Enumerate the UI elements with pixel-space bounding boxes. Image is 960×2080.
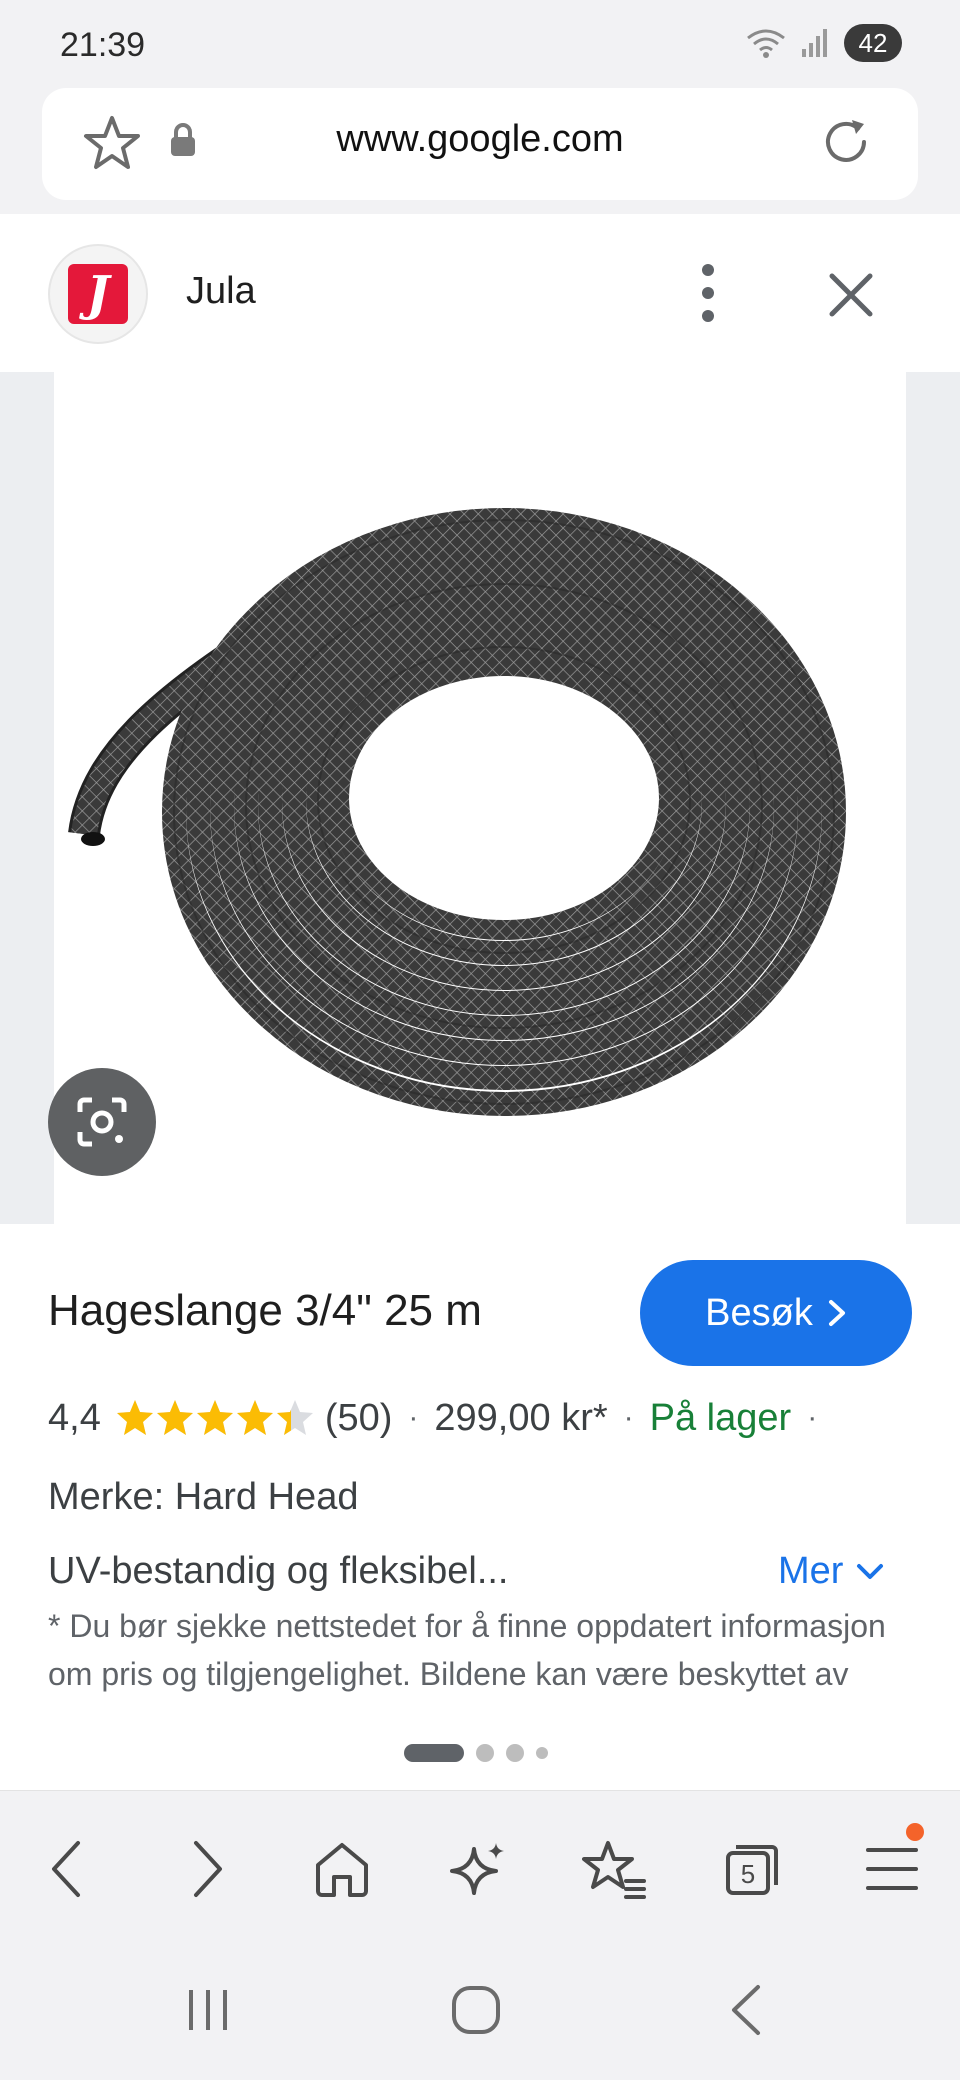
forward-button[interactable] bbox=[168, 1829, 248, 1909]
product-image-area bbox=[0, 372, 960, 1224]
product-info-row: 4,4 (50) · 299,00 kr* · På lager · bbox=[48, 1390, 833, 1446]
status-bar: 21:39 42 bbox=[0, 0, 960, 88]
back-nav-button[interactable] bbox=[706, 1980, 786, 2040]
pager-dot[interactable] bbox=[476, 1744, 494, 1762]
review-count: (50) bbox=[324, 1396, 393, 1439]
recents-icon bbox=[189, 1990, 227, 2030]
menu-icon bbox=[866, 1848, 918, 1890]
browser-toolbar: 5 bbox=[0, 1790, 960, 1940]
star-icon[interactable] bbox=[82, 114, 142, 174]
rating-star-icon bbox=[196, 1400, 233, 1435]
price: 299,00 kr* bbox=[434, 1396, 608, 1439]
visit-button[interactable]: Besøk bbox=[640, 1260, 912, 1366]
tabs-button[interactable]: 5 bbox=[712, 1829, 792, 1909]
separator: · bbox=[408, 1401, 419, 1434]
menu-button[interactable] bbox=[852, 1823, 932, 1909]
home-nav-button[interactable] bbox=[436, 1980, 516, 2040]
system-nav-bar bbox=[0, 1940, 960, 2080]
url-text[interactable]: www.google.com bbox=[222, 118, 738, 161]
bookmarks-button[interactable] bbox=[574, 1829, 654, 1909]
back-nav-icon bbox=[732, 1985, 760, 2035]
more-button[interactable]: Mer bbox=[778, 1550, 885, 1593]
tabs-count: 5 bbox=[741, 1859, 755, 1889]
visit-button-label: Besøk bbox=[705, 1291, 813, 1334]
sheet-header: J Jula bbox=[0, 214, 960, 372]
more-label: Mer bbox=[778, 1550, 844, 1592]
reload-icon[interactable] bbox=[816, 112, 876, 172]
close-icon[interactable] bbox=[826, 270, 876, 320]
pager-dot[interactable] bbox=[536, 1747, 548, 1759]
site-name[interactable]: Jula bbox=[186, 270, 256, 313]
recents-button[interactable] bbox=[168, 1980, 248, 2040]
product-title: Hageslange 3/4" 25 m bbox=[48, 1286, 482, 1335]
notification-dot bbox=[906, 1823, 924, 1841]
product-description: UV-bestandig og fleksibel... bbox=[48, 1550, 509, 1592]
url-bar[interactable]: www.google.com bbox=[42, 88, 918, 200]
lock-icon bbox=[171, 123, 195, 156]
disclaimer-text: * Du bør sjekke nettstedet for å finne o… bbox=[48, 1608, 886, 1692]
product-image[interactable] bbox=[54, 372, 906, 1224]
bookmarks-icon bbox=[582, 1841, 646, 1899]
rating-star-icon bbox=[236, 1400, 273, 1435]
rating-star-icon bbox=[116, 1400, 153, 1435]
site-logo[interactable]: J bbox=[48, 244, 148, 344]
wifi-icon bbox=[747, 29, 785, 58]
back-icon bbox=[52, 1841, 80, 1897]
image-result-sheet: J Jula Hageslange 3/4" 25 m Besøk 4,4 (5… bbox=[0, 214, 960, 1790]
back-button[interactable] bbox=[26, 1829, 106, 1909]
battery-icon: 42 bbox=[844, 24, 902, 62]
sparkle-icon bbox=[450, 1843, 504, 1895]
rating-star-icon bbox=[276, 1400, 313, 1435]
status-icons: 42 bbox=[746, 24, 902, 62]
signal-icon bbox=[802, 29, 827, 57]
separator: · bbox=[623, 1401, 634, 1434]
stock-status: På lager bbox=[649, 1396, 792, 1439]
forward-icon bbox=[194, 1841, 222, 1897]
chevron-right-icon bbox=[828, 1300, 845, 1326]
pager-dot[interactable] bbox=[506, 1744, 524, 1762]
rating-stars bbox=[115, 1398, 315, 1438]
rating-value: 4,4 bbox=[48, 1396, 101, 1439]
lens-icon bbox=[77, 1097, 127, 1147]
pager-dot-active[interactable] bbox=[404, 1744, 464, 1762]
logo-letter: J bbox=[86, 266, 110, 322]
home-nav-icon bbox=[452, 1986, 500, 2034]
status-time: 21:39 bbox=[60, 26, 146, 64]
rating-star-icon bbox=[156, 1400, 193, 1435]
garden-hose-image bbox=[68, 508, 846, 1116]
google-lens-button[interactable] bbox=[48, 1068, 156, 1176]
carousel-pager bbox=[404, 1744, 548, 1762]
chevron-down-icon bbox=[857, 1563, 884, 1579]
home-button[interactable] bbox=[302, 1829, 382, 1909]
more-options-icon[interactable] bbox=[690, 260, 726, 326]
tabs-icon: 5 bbox=[726, 1845, 778, 1895]
ai-button[interactable] bbox=[438, 1829, 518, 1909]
separator: · bbox=[807, 1401, 818, 1434]
brand-line: Merke: Hard Head bbox=[48, 1476, 359, 1518]
battery-level: 42 bbox=[858, 27, 888, 58]
home-icon bbox=[316, 1843, 368, 1897]
jula-logo-icon: J bbox=[68, 264, 128, 324]
